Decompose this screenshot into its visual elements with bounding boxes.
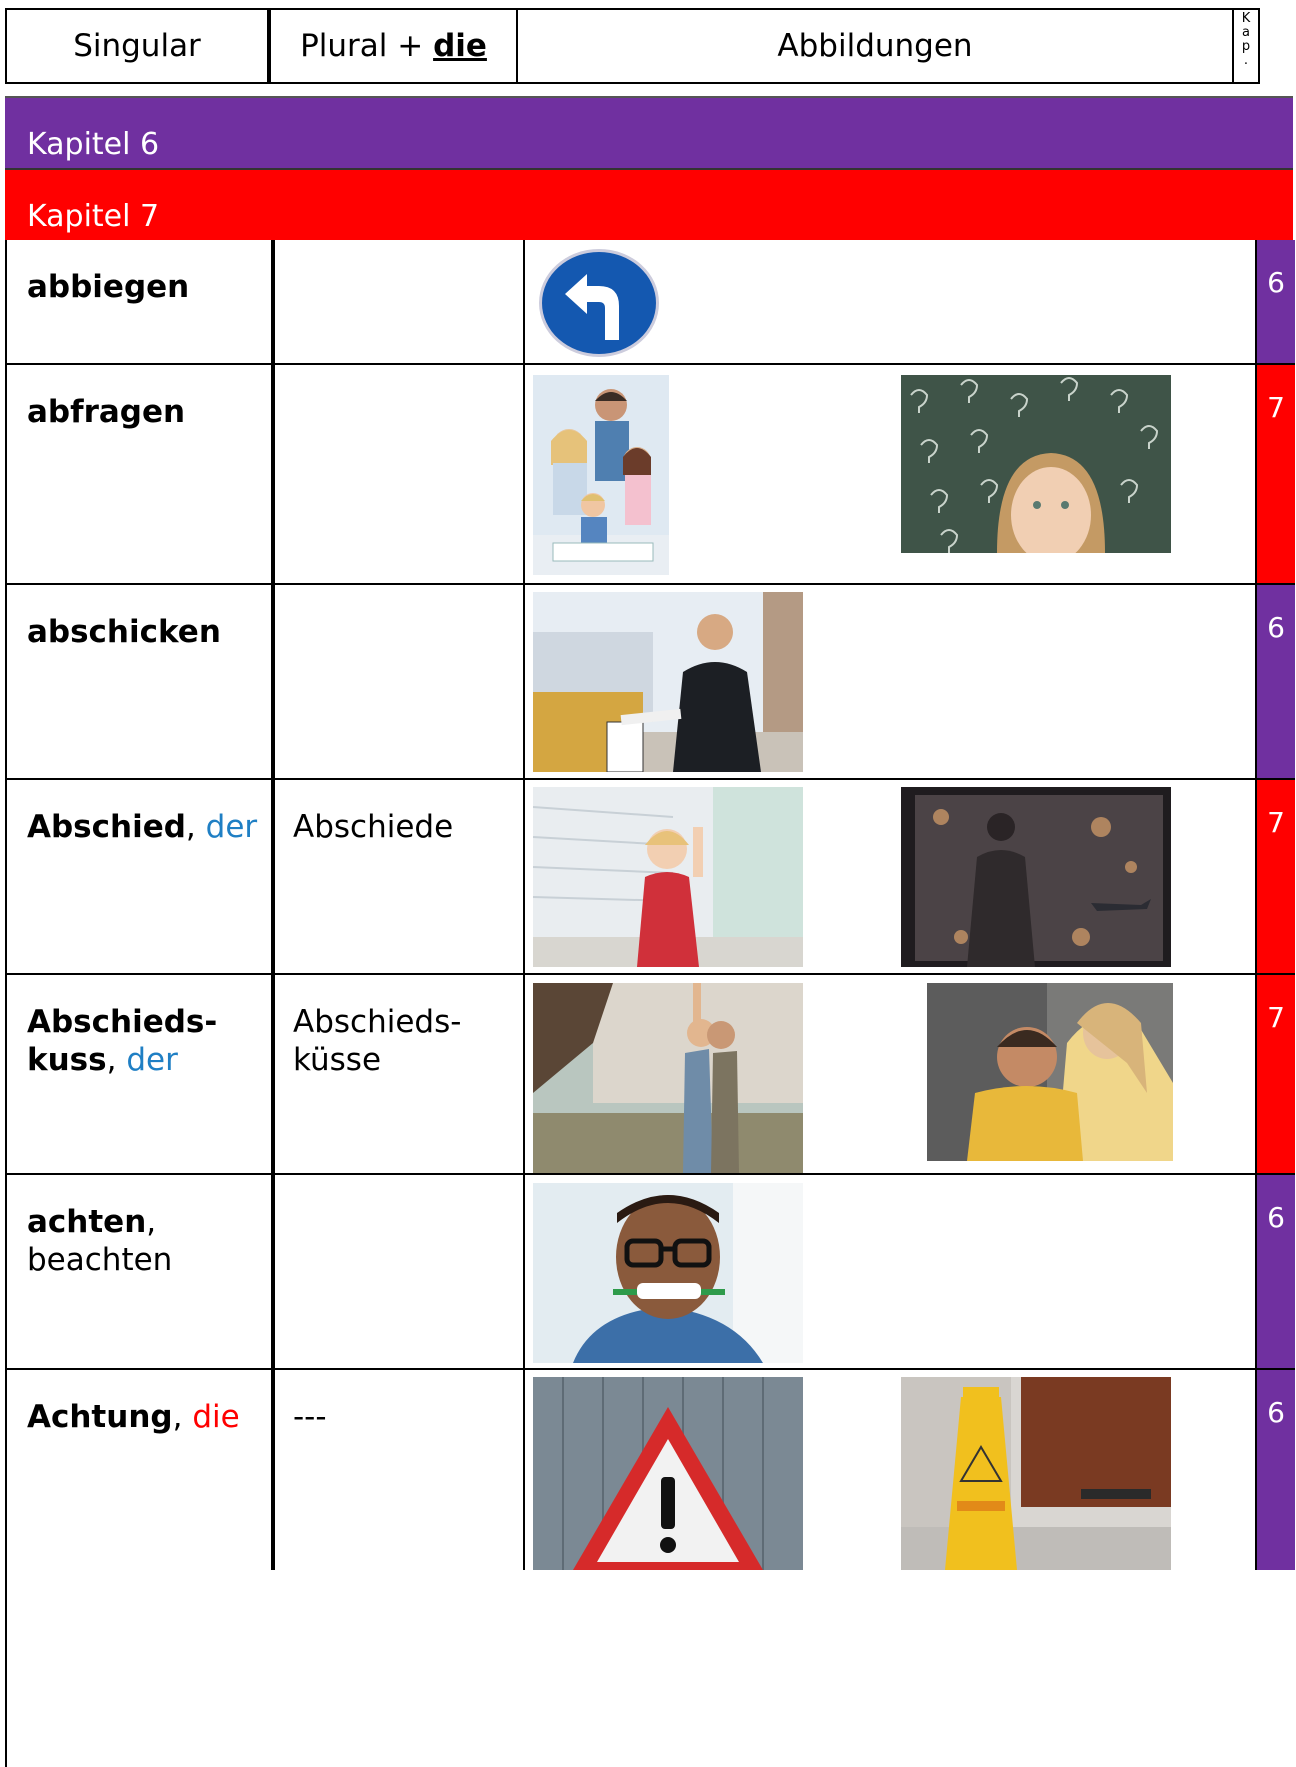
table-row: Abschied, der Abschiede 7 (7, 780, 1295, 975)
man-glasses-pencil-photo (533, 1183, 803, 1363)
images-cell (525, 365, 1257, 583)
plural-word: Abschieds- (293, 1004, 462, 1040)
man-mailbox-photo (533, 592, 803, 772)
header-singular: Singular (7, 10, 271, 82)
header-abbildungen: Abbildungen (518, 10, 1234, 82)
images-cell (525, 780, 1257, 973)
plural-word: Abschiede (293, 809, 454, 845)
family-photo (533, 375, 669, 575)
singular-cell: achten, beachten (7, 1175, 275, 1368)
article-der: der (205, 809, 258, 845)
singular-word: Achtung (27, 1399, 173, 1435)
chapter-cell: 7 (1257, 780, 1295, 973)
header-plural-prefix: Plural + (300, 28, 434, 64)
wet-floor-sign-photo (901, 1377, 1171, 1570)
vocabulary-table: abbiegen 6 abfragen 7 abschicken 6 Absch… (5, 240, 1295, 1767)
question-marks-woman-photo (901, 375, 1171, 553)
article-der: der (126, 1042, 178, 1078)
header-plural-die: die (433, 28, 487, 64)
images-cell (525, 1370, 1257, 1570)
plural-word-2: küsse (293, 1042, 382, 1078)
table-row: abschicken 6 (7, 585, 1295, 780)
plural-cell (275, 240, 525, 363)
chapter-7-label: Kapitel 7 (27, 199, 160, 234)
singular-word: abschicken (27, 614, 221, 650)
table-row: achten, beachten 6 (7, 1175, 1295, 1370)
header-kap-dot: . (1243, 53, 1249, 68)
chapter-6-banner: Kapitel 6 (5, 96, 1293, 168)
singular-cell: abschicken (7, 585, 275, 778)
chapter-cell: 6 (1257, 585, 1295, 778)
chapter-cell: 6 (1257, 1175, 1295, 1368)
header-kap: K a p . (1234, 10, 1258, 82)
mother-kiss-child-photo (927, 983, 1173, 1161)
table-row: Abschieds- kuss, der Abschieds- küsse 7 (7, 975, 1295, 1175)
header-kap-a: a (1242, 25, 1250, 40)
woman-window-airplane-photo (901, 787, 1171, 967)
table-row: abbiegen 6 (7, 240, 1295, 365)
chapter-cell: 7 (1257, 365, 1295, 583)
singular-cell: Abschied, der (7, 780, 275, 973)
singular-word: abbiegen (27, 269, 190, 305)
singular-word: abfragen (27, 394, 186, 430)
header-kap-p: p (1241, 39, 1251, 54)
images-cell (525, 585, 1257, 778)
singular-cell: Abschieds- kuss, der (7, 975, 275, 1173)
warning-sign-photo (533, 1377, 803, 1570)
chapter-cell: 6 (1257, 1370, 1295, 1570)
article-die: die (192, 1399, 240, 1435)
chapter-7-banner: Kapitel 7 (5, 168, 1293, 240)
images-cell (525, 240, 1257, 363)
singular-cell: abfragen (7, 365, 275, 583)
header-plural: Plural + die (271, 10, 518, 82)
turn-left-sign-icon (537, 248, 661, 358)
chapter-cell: 7 (1257, 975, 1295, 1173)
singular-cell: Achtung, die (7, 1370, 275, 1570)
chapter-6-label: Kapitel 6 (27, 127, 160, 162)
header-kap-k: K (1241, 11, 1251, 26)
table-header: Singular Plural + die Abbildungen K a p … (5, 8, 1260, 84)
singular-word-2: kuss (27, 1042, 107, 1078)
table-row: Achtung, die --- 6 (7, 1370, 1295, 1570)
singular-word: Abschied (27, 809, 186, 845)
singular-extra: beachten (27, 1242, 173, 1278)
plural-cell (275, 1175, 525, 1368)
couple-kiss-photo (533, 983, 803, 1173)
plural-word: --- (293, 1399, 327, 1435)
plural-cell: --- (275, 1370, 525, 1570)
singular-cell: abbiegen (7, 240, 275, 363)
images-cell (525, 975, 1257, 1173)
chapter-cell: 6 (1257, 240, 1295, 363)
table-row: abfragen 7 (7, 365, 1295, 585)
plural-cell: Abschieds- küsse (275, 975, 525, 1173)
images-cell (525, 1175, 1257, 1368)
plural-cell (275, 365, 525, 583)
girl-waving-photo (533, 787, 803, 967)
plural-cell (275, 585, 525, 778)
plural-cell: Abschiede (275, 780, 525, 973)
singular-word: achten (27, 1204, 147, 1240)
singular-word: Abschieds- (27, 1004, 218, 1040)
